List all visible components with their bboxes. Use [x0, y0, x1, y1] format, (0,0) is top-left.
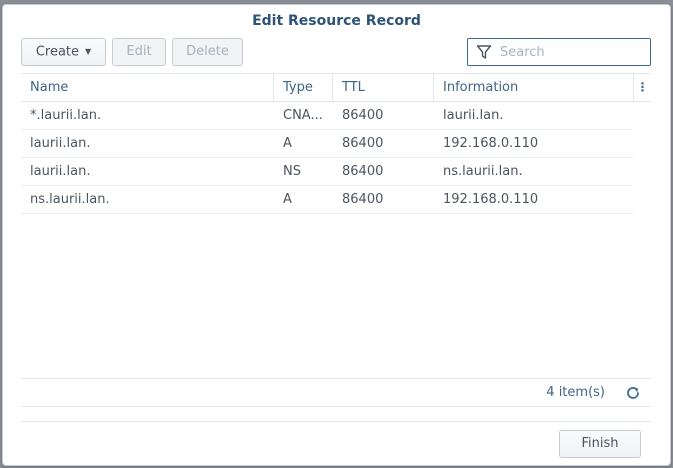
grid-footer: 4 item(s) — [21, 378, 651, 407]
column-menu-icon: ⋮ — [636, 80, 649, 94]
table-row[interactable]: laurii.lan. NS 86400 ns.laurii.lan. — [21, 158, 633, 186]
cell-ttl: 86400 — [342, 164, 384, 179]
cell-type: A — [283, 136, 292, 151]
table-row[interactable]: laurii.lan. A 86400 192.168.0.110 — [21, 130, 633, 158]
grid-header: Name Type TTL Information ⋮ — [21, 74, 651, 102]
records-grid: Name Type TTL Information ⋮ *.laurii.lan… — [21, 73, 651, 406]
dialog-title: Edit Resource Record — [252, 13, 421, 29]
column-header-ttl[interactable]: TTL — [333, 74, 434, 101]
cell-ttl: 86400 — [342, 136, 384, 151]
caret-down-icon: ▼ — [85, 47, 92, 56]
delete-button[interactable]: Delete — [172, 38, 243, 66]
cell-name: ns.laurii.lan. — [30, 192, 110, 207]
finish-button[interactable]: Finish — [559, 430, 641, 458]
cell-name: laurii.lan. — [30, 164, 91, 179]
refresh-icon[interactable] — [625, 385, 641, 401]
table-row[interactable]: ns.laurii.lan. A 86400 192.168.0.110 — [21, 186, 633, 214]
cell-type: CNA... — [283, 108, 323, 123]
search-box[interactable] — [467, 38, 651, 66]
search-input[interactable] — [498, 42, 646, 62]
create-button[interactable]: Create ▼ — [21, 38, 106, 66]
edit-resource-record-dialog: Edit Resource Record Create ▼ Edit Delete… — [2, 4, 671, 466]
cell-information: 192.168.0.110 — [443, 136, 539, 151]
cell-ttl: 86400 — [342, 192, 384, 207]
cell-type: NS — [283, 164, 301, 179]
column-header-type[interactable]: Type — [274, 74, 333, 101]
item-count: 4 item(s) — [546, 385, 605, 400]
cell-name: laurii.lan. — [30, 136, 91, 151]
column-menu-button[interactable]: ⋮ — [634, 74, 651, 101]
create-button-label: Create — [35, 44, 80, 60]
table-row[interactable]: *.laurii.lan. CNA... 86400 laurii.lan. — [21, 102, 633, 130]
cell-information: laurii.lan. — [443, 108, 504, 123]
divider — [21, 421, 651, 422]
cell-ttl: 86400 — [342, 108, 384, 123]
cell-name: *.laurii.lan. — [30, 108, 102, 123]
grid-rows: *.laurii.lan. CNA... 86400 laurii.lan. l… — [21, 102, 633, 214]
column-header-name[interactable]: Name — [21, 74, 274, 101]
cell-information: ns.laurii.lan. — [443, 164, 523, 179]
cell-information: 192.168.0.110 — [443, 192, 539, 207]
filter-icon[interactable] — [476, 44, 492, 60]
column-header-information[interactable]: Information — [434, 74, 634, 101]
toolbar: Create ▼ Edit Delete — [21, 38, 652, 66]
cell-type: A — [283, 192, 292, 207]
edit-button[interactable]: Edit — [112, 38, 166, 66]
